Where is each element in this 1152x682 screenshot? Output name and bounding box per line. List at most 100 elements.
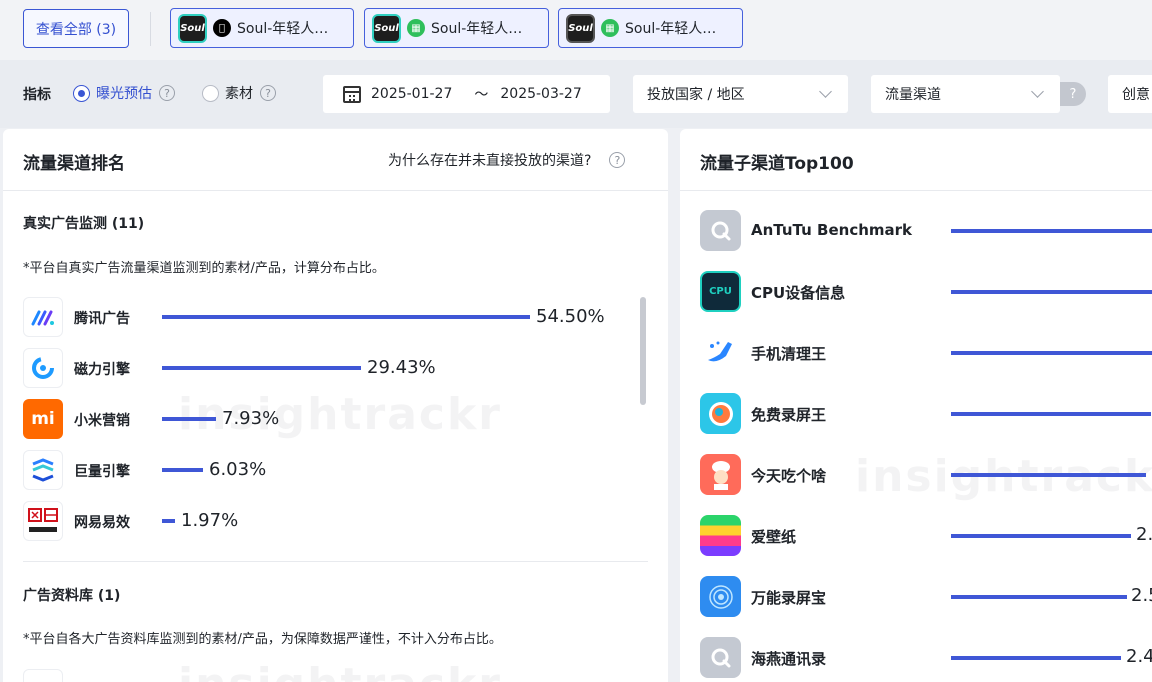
channel-row[interactable]: 网易易效 1.97% — [23, 501, 238, 541]
app-chip-label: Soul-年轻人… — [625, 21, 717, 37]
section-note: *平台自真实广告流量渠道监测到的素材/产品，计算分布占比。 — [23, 261, 385, 276]
country-select-label: 投放国家 / 地区 — [647, 87, 745, 103]
chevron-down-icon — [1031, 85, 1044, 98]
contacts-logo — [700, 637, 741, 678]
oceanengine-logo — [23, 669, 63, 682]
apple-icon:  — [213, 19, 231, 37]
channel-row[interactable]: 巨量引擎 6.03% — [23, 450, 266, 490]
cili-engine-logo — [23, 348, 63, 388]
why-channels-link[interactable]: 为什么存在并未直接投放的渠道? ? — [388, 150, 626, 170]
channel-bar — [162, 417, 216, 421]
channel-name: 网易易效 — [74, 515, 130, 531]
section-divider — [23, 561, 648, 562]
sub-channel-bar — [951, 656, 1121, 660]
help-icon[interactable]: ? — [159, 85, 175, 101]
sub-channel-bar — [951, 351, 1152, 355]
sub-channel-name: 海燕通讯录 — [751, 650, 827, 668]
channel-row[interactable]: mi 小米营销 7.93% — [23, 399, 279, 439]
sub-channel-top100-panel: 流量子渠道Top100 insightrackr AnTuTu Benchmar… — [680, 129, 1152, 682]
section-title: 真实广告监测 (11) — [23, 216, 145, 232]
channel-bar — [162, 315, 530, 319]
date-start: 2025-01-27 — [371, 86, 453, 102]
country-select[interactable]: 投放国家 / 地区 — [633, 75, 848, 113]
app-chip-bar: 查看全部 (3) Soul  Soul-年轻人… Soul ▦ Soul-年轻… — [0, 0, 1152, 60]
radio-exposure-label: 曝光预估 — [96, 86, 152, 102]
watermark-text: insightrackr — [178, 659, 502, 682]
radio-creative-label: 素材 — [225, 86, 253, 102]
wallpaper-logo — [700, 515, 741, 556]
channel-row[interactable]: 腾讯广告 54.50% — [23, 297, 605, 337]
channel-name: 磁力引擎 — [74, 362, 130, 378]
view-all-button[interactable]: 查看全部 (3) — [23, 9, 129, 48]
metric-label: 指标 — [23, 87, 51, 103]
channel-percent: 54.50% — [536, 306, 605, 327]
filter-bar: 指标 曝光预估 ? 素材 ? 2025-01-27 ～ 2025-03-27 投… — [0, 60, 1152, 128]
scrollbar[interactable] — [640, 297, 646, 405]
app-chip-3[interactable]: Soul ▦ Soul-年轻人… — [558, 8, 743, 48]
chef-logo — [700, 454, 741, 495]
sub-channel-value: 2.4 — [1126, 646, 1152, 667]
xiaomi-logo: mi — [23, 399, 63, 439]
sub-channel-name: 今天吃个啥 — [751, 467, 827, 485]
panel-title: 流量子渠道Top100 — [700, 154, 854, 174]
channel-percent: 29.43% — [367, 357, 436, 378]
radio-creative[interactable]: 素材 ? — [202, 83, 276, 103]
sub-channel-bar — [951, 412, 1151, 416]
cpu-logo: CPU — [700, 271, 741, 312]
app-chip-1[interactable]: Soul  Soul-年轻人… — [170, 8, 354, 48]
sub-channel-name: 爱壁纸 — [751, 528, 797, 546]
help-icon[interactable]: ? — [1060, 82, 1086, 106]
date-range-picker[interactable]: 2025-01-27 ～ 2025-03-27 — [323, 75, 610, 113]
channel-bar — [162, 366, 361, 370]
soul-app-icon: Soul — [372, 13, 401, 43]
sub-channel-bar — [951, 534, 1131, 538]
channel-percent: 7.93% — [222, 408, 280, 429]
sub-channel-bar — [951, 290, 1152, 294]
oceanengine-logo — [23, 450, 63, 490]
channel-select[interactable]: 流量渠道 — [871, 75, 1060, 113]
tencent-ads-logo — [23, 297, 63, 337]
netease-logo — [23, 501, 63, 541]
soul-app-icon: Soul — [566, 13, 595, 43]
radio-dot — [202, 84, 219, 102]
radio-dot — [73, 84, 90, 102]
panel-header: 流量子渠道Top100 — [680, 129, 1152, 191]
screen-recorder-logo — [700, 393, 741, 434]
channel-row[interactable]: 磁力引擎 29.43% — [23, 348, 436, 388]
panel-header: 流量渠道排名 为什么存在并未直接投放的渠道? ? — [3, 129, 668, 191]
help-icon[interactable]: ? — [609, 152, 626, 168]
android-icon: ▦ — [601, 19, 619, 37]
creative-select[interactable]: 创意 — [1108, 75, 1152, 113]
why-text: 为什么存在并未直接投放的渠道? — [388, 153, 592, 169]
creative-select-label: 创意 — [1122, 87, 1150, 103]
calendar-icon — [343, 85, 361, 103]
section-note: *平台自各大广告资料库监测到的素材/产品，为保障数据严谨性，不计入分布占比。 — [23, 632, 502, 647]
date-separator: ～ — [474, 87, 489, 103]
cleaner-logo — [700, 332, 741, 373]
help-icon[interactable]: ? — [260, 85, 276, 101]
soul-app-icon: Soul — [178, 13, 207, 43]
antutu-logo — [700, 210, 741, 251]
app-chip-label: Soul-年轻人… — [431, 21, 523, 37]
date-end: 2025-03-27 — [500, 86, 582, 102]
channel-ranking-panel: 流量渠道排名 为什么存在并未直接投放的渠道? ? 真实广告监测 (11) *平台… — [3, 129, 668, 682]
channel-bar — [162, 519, 175, 523]
sub-channel-bar — [951, 229, 1152, 233]
sub-channel-name: CPU设备信息 — [751, 284, 846, 302]
section-title: 广告资料库 (1) — [23, 588, 121, 604]
sub-channel-name: AnTuTu Benchmark — [751, 221, 913, 239]
channel-name: 小米营销 — [74, 413, 130, 429]
panel-title: 流量渠道排名 — [23, 154, 125, 174]
sub-channel-name: 免费录屏王 — [751, 406, 827, 424]
channel-percent: 1.97% — [181, 510, 239, 531]
channel-percent: 6.03% — [209, 459, 267, 480]
channel-select-label: 流量渠道 — [885, 87, 941, 103]
sub-channel-name: 万能录屏宝 — [751, 589, 827, 607]
sub-channel-name: 手机清理王 — [751, 345, 827, 363]
radio-exposure[interactable]: 曝光预估 ? — [73, 83, 175, 103]
sub-channel-value: 2.5 — [1131, 585, 1152, 606]
divider — [150, 12, 151, 46]
sub-channel-value: 2. — [1136, 524, 1152, 545]
app-chip-2[interactable]: Soul ▦ Soul-年轻人… — [364, 8, 549, 48]
sub-channel-bar — [951, 595, 1127, 599]
